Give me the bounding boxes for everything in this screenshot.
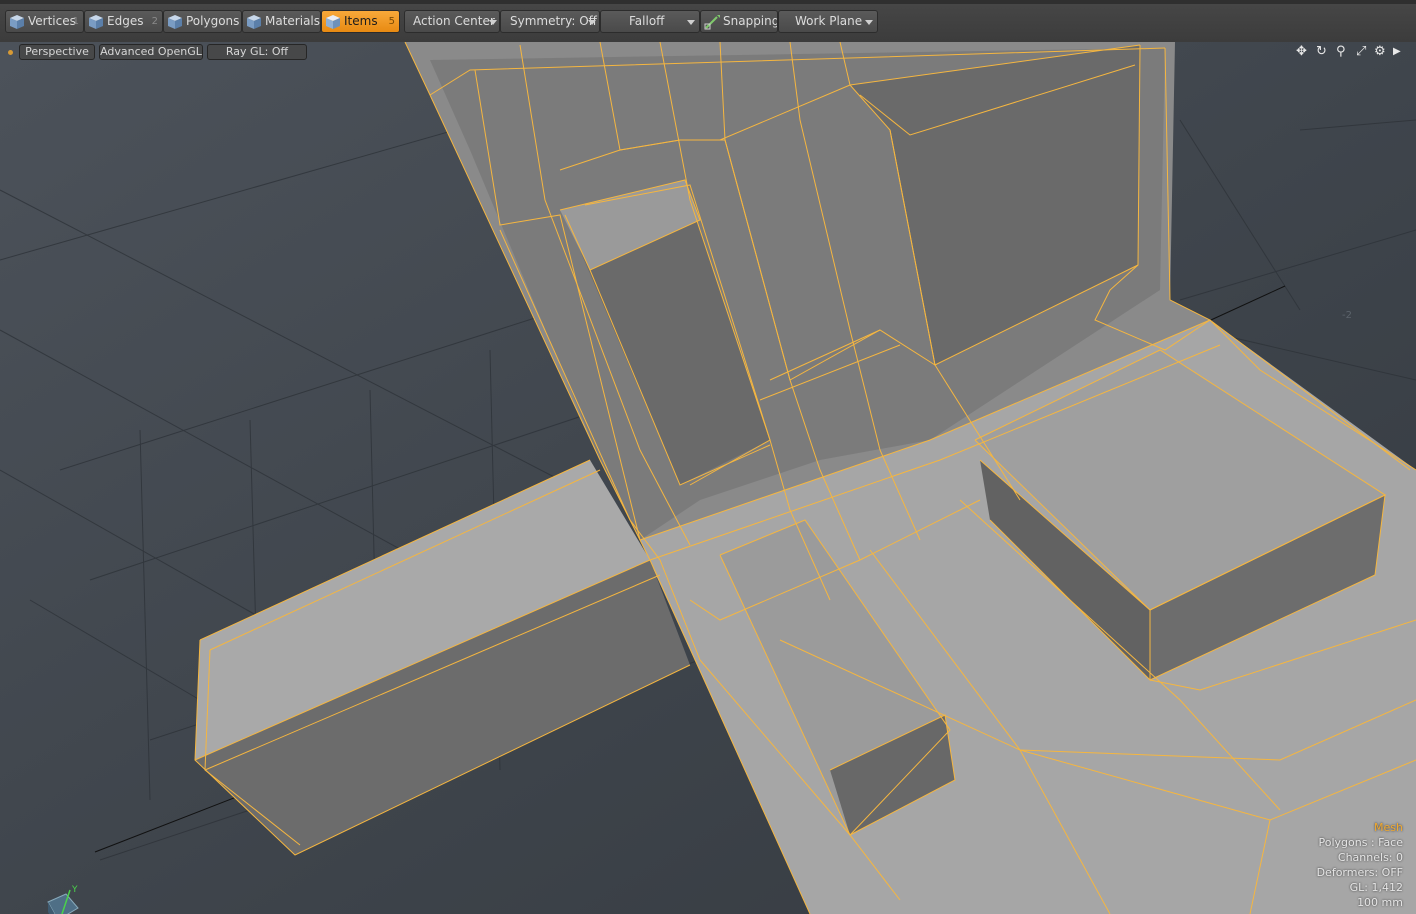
gear-icon[interactable]: ⚙ [1374,43,1386,61]
mode-materials-button[interactable]: Materials [242,10,321,33]
info-gl: GL: 1,412 [1349,881,1403,894]
viewport-scene[interactable]: -2 [0,42,1416,914]
info-polygons: Polygons : Face [1318,836,1403,849]
work-plane-label: Work Plane [795,14,863,28]
chevron-down-icon [687,20,695,25]
zoom-icon[interactable]: ⚲ [1336,43,1346,61]
maximize-icon[interactable]: ⤢ [1356,43,1366,61]
viewport-header: Perspective Advanced OpenGL Ray GL: Off … [0,42,1416,62]
raygl-dropdown[interactable]: Ray GL: Off [207,44,307,60]
axis-gizmo: Y X [47,885,79,914]
chevron-down-icon [588,20,596,25]
mode-vertices-shortcut: 1 [72,16,79,27]
symmetry-dropdown[interactable]: Symmetry: Off [500,10,600,33]
mode-materials-label: Materials [265,14,321,28]
toolbar-top-border [0,0,1416,4]
falloff-label: Falloff [629,14,665,28]
mode-items-label: Items [344,14,378,28]
shading-dropdown[interactable]: Advanced OpenGL [99,44,203,60]
mode-edges-button[interactable]: Edges 2 [84,10,163,33]
snapping-label: Snapping [723,14,778,28]
modo-app: Vertices 1 Edges 2 Polygons Materials It… [0,0,1416,914]
cube-icon [247,15,261,29]
move-icon[interactable]: ✥ [1296,43,1307,61]
falloff-dropdown[interactable]: Falloff [600,10,700,33]
action-center-label: Action Center [413,14,495,28]
cube-icon [168,15,182,29]
work-plane-dropdown[interactable]: Work Plane [778,10,878,33]
play-icon[interactable]: ▶ [1393,43,1401,61]
mode-vertices-button[interactable]: Vertices 1 [5,10,84,33]
info-channels: Channels: 0 [1337,851,1403,864]
mode-edges-shortcut: 2 [151,16,158,27]
rotate-icon[interactable]: ↻ [1316,43,1327,61]
action-center-dropdown[interactable]: Action Center [404,10,500,33]
mode-polygons-button[interactable]: Polygons [163,10,242,33]
symmetry-label: Symmetry: Off [510,14,597,28]
chevron-down-icon [489,20,497,25]
snapping-icon [704,15,720,30]
viewport-info-overlay: Mesh Polygons : Face Channels: 0 Deforme… [1317,820,1403,910]
cube-icon [10,15,24,29]
mode-polygons-label: Polygons [186,14,240,28]
mode-edges-label: Edges [107,14,144,28]
y-axis-label: Y [71,885,78,895]
chevron-down-icon [865,20,873,25]
top-toolbar: Vertices 1 Edges 2 Polygons Materials It… [0,0,1416,43]
viewport-menu-dot-icon[interactable] [8,50,13,55]
cube-icon [326,15,340,29]
grid-label: -2 [1342,310,1352,321]
mode-items-shortcut: 5 [388,16,395,27]
info-deformers: Deformers: OFF [1316,866,1403,879]
view-type-dropdown[interactable]: Perspective [19,44,95,60]
mode-items-button[interactable]: Items 5 [321,10,400,33]
3d-viewport[interactable]: -2 Y Mesh Polygons: Face Channels: 0 De… [0,42,1416,914]
snapping-button[interactable]: Snapping [700,10,778,33]
info-scale: 100 mm [1357,896,1403,909]
mode-vertices-label: Vertices [28,14,76,28]
cube-icon [89,15,103,29]
viewport-nav-tools: ✥ ↻ ⚲ ⤢ ⚙ ▶ [1294,43,1406,61]
info-mesh: Mesh [1374,821,1403,834]
